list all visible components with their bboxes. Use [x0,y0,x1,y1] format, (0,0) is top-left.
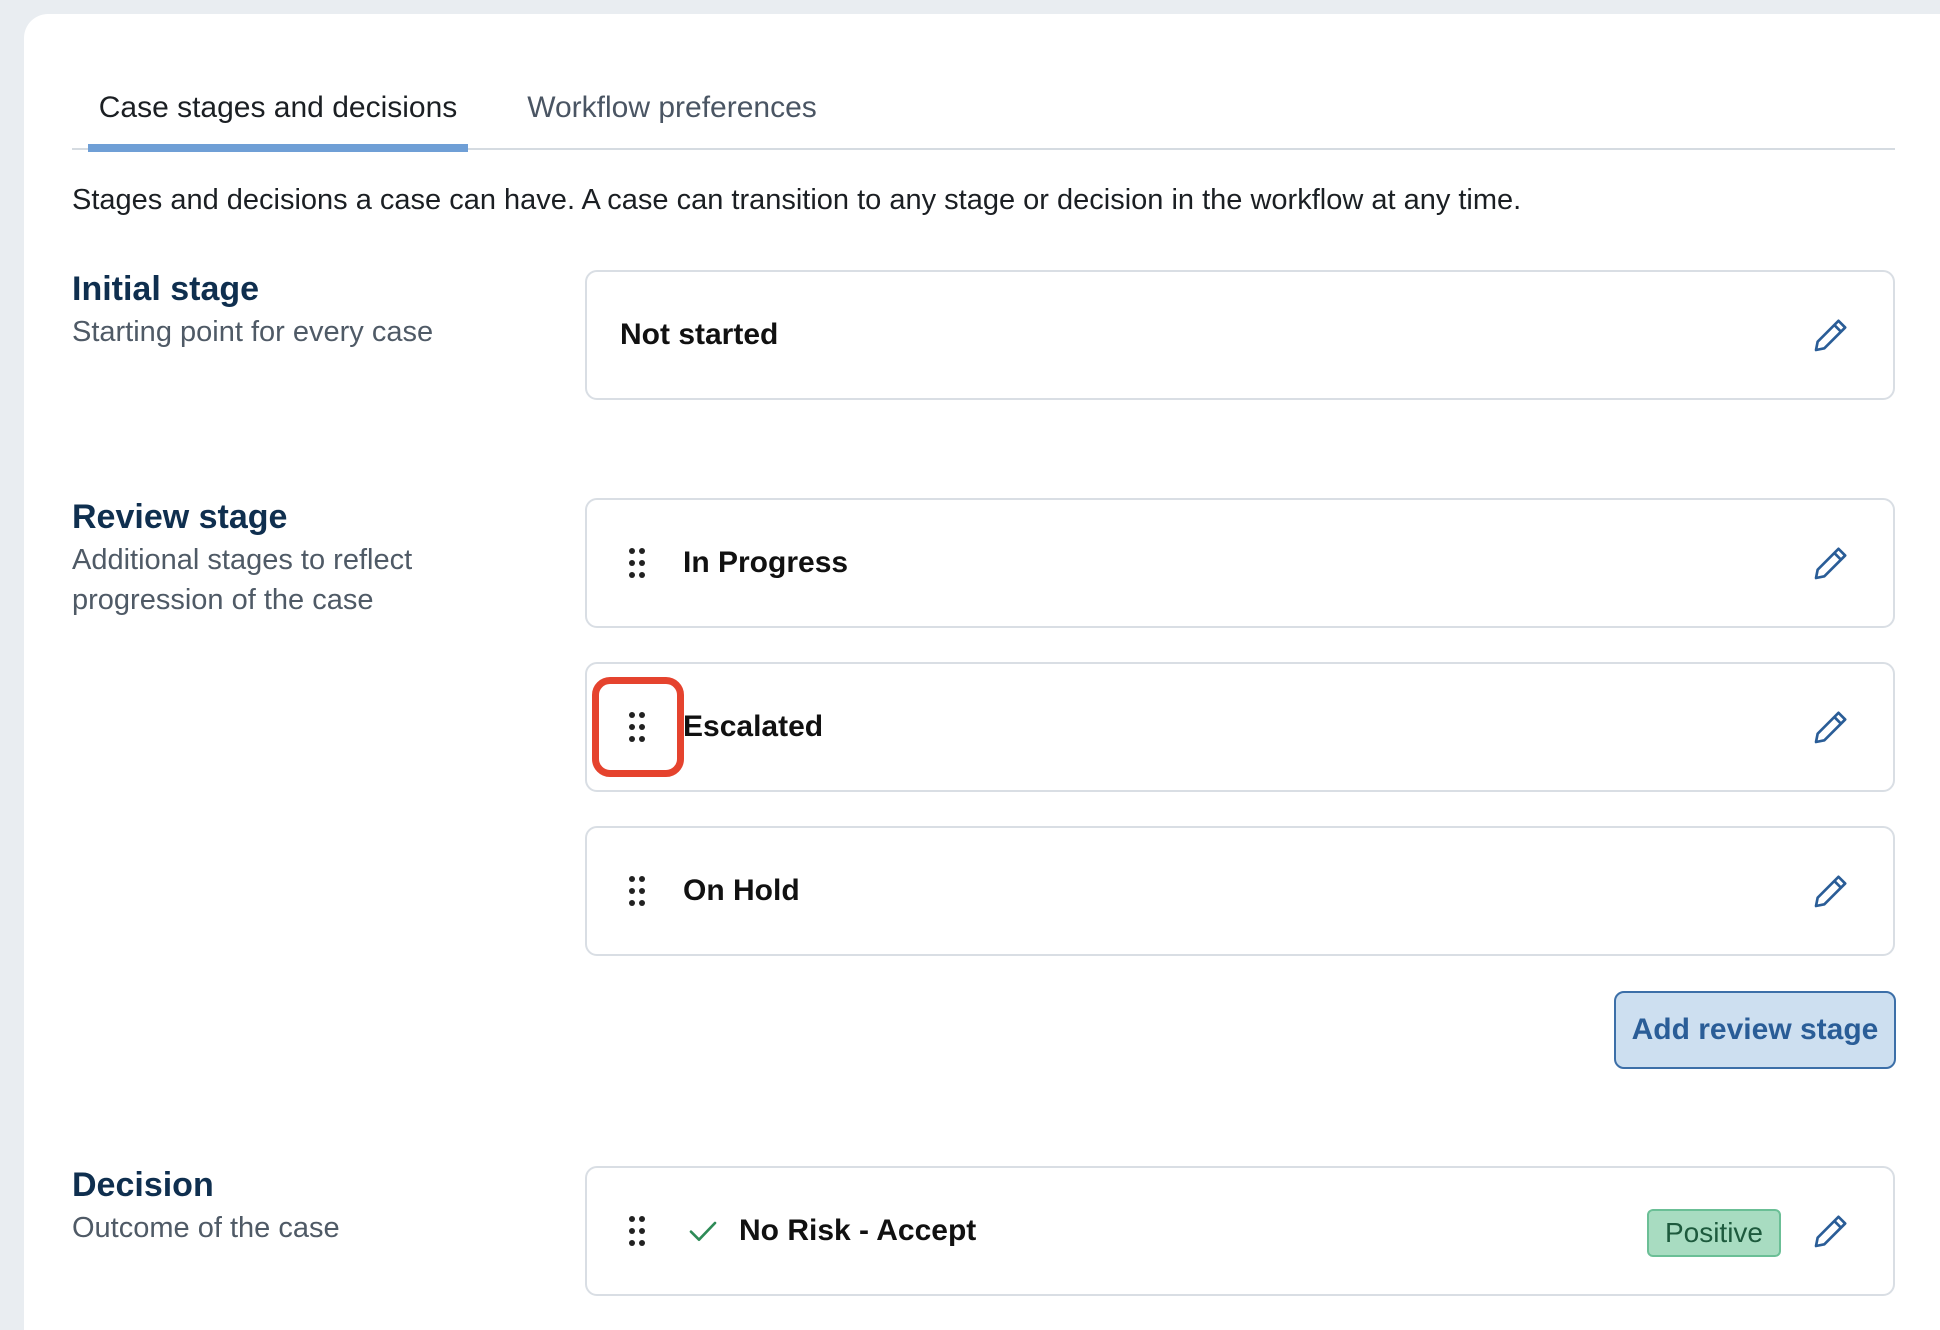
drag-handle-icon[interactable] [627,873,647,909]
pencil-icon[interactable] [1811,543,1851,583]
check-icon [689,1221,717,1241]
pencil-icon[interactable] [1811,707,1851,747]
add-review-stage-button[interactable]: Add review stage [1614,991,1896,1069]
pencil-icon[interactable] [1811,871,1851,911]
review-stage-desc-2: progression of the case [72,584,374,616]
initial-stage-title: Initial stage [72,270,260,308]
decision-title: Decision [72,1166,214,1204]
stage-label: Escalated [683,710,824,743]
stage-label: In Progress [683,546,849,579]
stage-card-escalated: Escalated [585,662,1895,792]
tab-workflow-preferences[interactable]: Workflow preferences [492,66,852,150]
initial-stage-desc: Starting point for every case [72,316,434,348]
pencil-icon[interactable] [1811,315,1851,355]
stage-card-on-hold: On Hold [585,826,1895,956]
review-stage-title: Review stage [72,498,288,536]
positive-badge: Positive [1646,1209,1781,1257]
tab-case-stages[interactable]: Case stages and decisions [88,66,468,152]
decision-card-no-risk-accept: No Risk - Accept Positive [585,1166,1895,1296]
decision-desc: Outcome of the case [72,1212,340,1244]
tab-bar: Case stages and decisions Workflow prefe… [72,66,1895,152]
stage-label: On Hold [683,874,800,907]
drag-handle-icon[interactable] [627,709,647,745]
review-stage-desc-1: Additional stages to reflect [72,544,413,576]
drag-handle-icon[interactable] [627,545,647,581]
pencil-icon[interactable] [1811,1211,1851,1251]
stage-card-in-progress: In Progress [585,498,1895,628]
stage-card-not-started: Not started [585,270,1895,400]
decision-label: No Risk - Accept [739,1214,977,1247]
drag-handle-icon[interactable] [627,1213,647,1249]
stage-label: Not started [620,318,779,351]
intro-text: Stages and decisions a case can have. A … [72,184,1522,216]
